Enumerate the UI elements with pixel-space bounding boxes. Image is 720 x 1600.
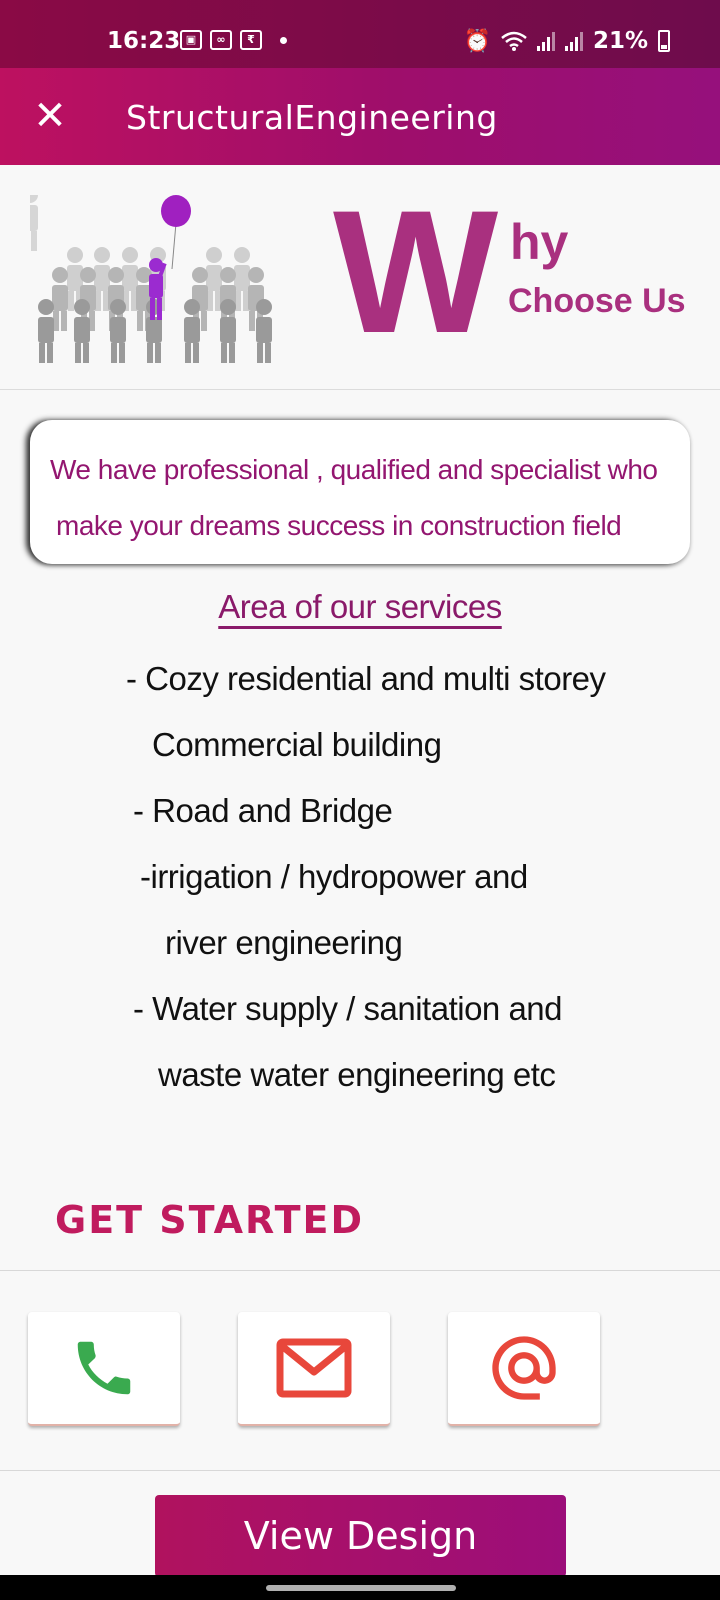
service-line-5: river engineering — [165, 924, 403, 961]
phone-icon — [77, 1341, 131, 1395]
divider-top — [0, 1270, 720, 1271]
service-line-3: - Road and Bridge — [133, 792, 393, 829]
voicemail-icon: ∞ — [210, 30, 232, 50]
get-started-heading: GET STARTED — [55, 1198, 365, 1242]
rupee-icon: ₹ — [240, 30, 262, 50]
why-choose-us-banner: W hy Choose Us — [0, 165, 720, 390]
service-line-7: waste water engineering etc — [158, 1056, 556, 1093]
why-suffix: hy — [510, 214, 569, 270]
service-line-2: Commercial building — [152, 726, 442, 763]
system-nav-bar — [0, 1575, 720, 1600]
services-heading: Area of our services — [218, 588, 502, 625]
battery-percent: 21% — [592, 28, 648, 54]
home-gesture-handle[interactable] — [266, 1585, 456, 1591]
service-line-6: - Water supply / sanitation and — [133, 990, 563, 1027]
battery-icon — [658, 30, 670, 52]
why-big-letter: W — [333, 175, 499, 370]
intro-line-1: We have professional , qualified and spe… — [50, 454, 658, 485]
service-line-1: - Cozy residential and multi storey — [126, 660, 606, 697]
notification-dot-icon — [280, 36, 287, 44]
status-bar: 16:23 ▣ ∞ ₹ ⏰ 21% — [0, 0, 720, 68]
service-line-4: -irrigation / hydropower and — [140, 858, 528, 895]
alarm-icon: ⏰ — [463, 28, 491, 54]
gallery-icon: ▣ — [180, 30, 202, 50]
signal-icon-2 — [564, 31, 583, 51]
call-button[interactable] — [28, 1312, 180, 1426]
divider-bottom — [0, 1470, 720, 1471]
intro-card: We have professional , qualified and spe… — [30, 420, 690, 564]
website-button[interactable] — [448, 1312, 600, 1426]
view-design-button[interactable]: View Design — [155, 1495, 566, 1577]
status-time: 16:23 — [107, 28, 181, 54]
intro-line-2: make your dreams success in construction… — [56, 510, 622, 541]
choose-us-text: Choose Us — [508, 282, 686, 320]
app-bar: ✕ StructuralEngineering — [0, 68, 720, 165]
at-sign-icon — [492, 1336, 556, 1400]
crowd-illustration — [30, 195, 272, 363]
app-title: StructuralEngineering — [126, 98, 498, 137]
wifi-icon — [501, 31, 527, 51]
email-button[interactable] — [238, 1312, 390, 1426]
mail-icon — [276, 1338, 352, 1398]
close-icon[interactable]: ✕ — [30, 96, 70, 136]
signal-icon — [536, 31, 555, 51]
